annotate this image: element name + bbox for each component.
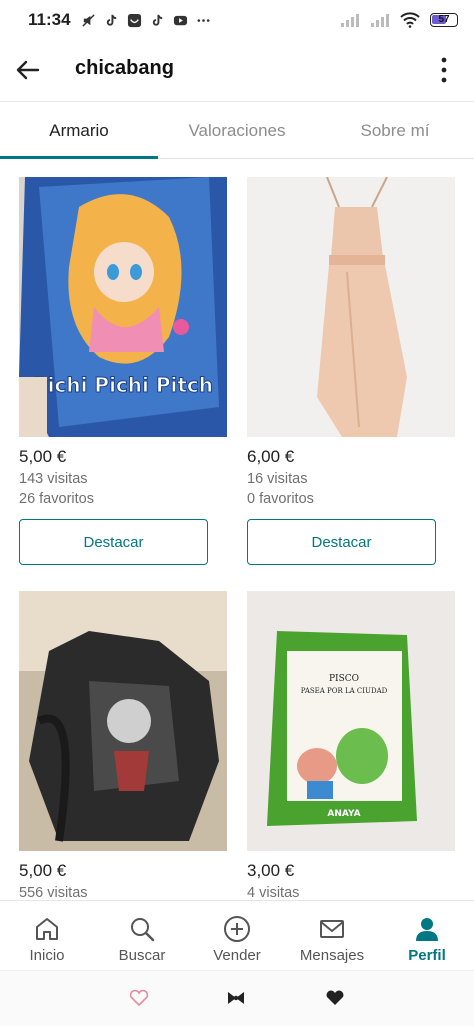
book-cover-text: PISCO bbox=[329, 674, 359, 684]
bow-icon bbox=[228, 992, 244, 1004]
signal-icon bbox=[341, 14, 359, 27]
more-options-icon[interactable] bbox=[432, 54, 456, 86]
item-views: 4 visitas bbox=[247, 885, 300, 900]
manga-cover-text: Pichi Pichi Pitch bbox=[33, 373, 213, 397]
secondary-strip bbox=[0, 970, 474, 1026]
destacar-button[interactable]: Destacar bbox=[19, 519, 208, 565]
item-views: 143 visitas bbox=[19, 471, 88, 487]
nav-perfil[interactable]: Perfil bbox=[380, 901, 474, 971]
nav-vender[interactable]: Vender bbox=[190, 901, 284, 971]
tab-armario[interactable]: Armario bbox=[0, 103, 158, 159]
tab-valoraciones[interactable]: Valoraciones bbox=[158, 103, 316, 159]
item-photo-book[interactable]: PISCO PASEA POR LA CIUDAD ANAYA bbox=[247, 591, 455, 851]
mail-icon bbox=[320, 920, 344, 938]
nav-label: Mensajes bbox=[299, 947, 365, 964]
plus-circle-icon bbox=[224, 916, 250, 942]
status-time: 11:34 bbox=[28, 10, 71, 29]
nav-label: Vender bbox=[213, 947, 261, 964]
page-title: chicabang bbox=[75, 57, 174, 79]
tab-sobre-mi[interactable]: Sobre mí bbox=[316, 103, 474, 159]
tiktok-icon bbox=[152, 14, 162, 26]
nav-label: Inicio bbox=[29, 947, 65, 964]
nav-inicio[interactable]: Inicio bbox=[0, 901, 94, 971]
item-price: 6,00 € bbox=[247, 447, 295, 466]
active-tab-indicator bbox=[0, 156, 158, 159]
wardrobe-grid: Pichi Pichi Pitch 5,00 € 143 visitas 26 … bbox=[0, 160, 474, 900]
item-photo-dress[interactable] bbox=[247, 177, 455, 437]
youtube-icon bbox=[173, 15, 187, 25]
home-icon bbox=[36, 918, 58, 940]
item-views: 16 visitas bbox=[247, 471, 308, 487]
item-favorites: 0 favoritos bbox=[247, 491, 314, 507]
status-bar: 11:34 57 bbox=[0, 0, 474, 40]
item-card[interactable]: 5,00 € 556 visitas bbox=[19, 591, 227, 900]
heart-icon bbox=[326, 990, 344, 1005]
system-icons: 57 bbox=[340, 12, 458, 28]
item-card[interactable]: 6,00 € 16 visitas 0 favoritos Destacar bbox=[247, 177, 455, 565]
nav-label: Buscar bbox=[118, 947, 166, 964]
svg-text:PASEA POR LA CIUDAD: PASEA POR LA CIUDAD bbox=[301, 687, 388, 695]
item-price: 3,00 € bbox=[247, 861, 295, 880]
item-favorites: 26 favoritos bbox=[19, 491, 94, 507]
bottom-navigation: Inicio Buscar Vender Mensajes Perfil bbox=[0, 900, 474, 970]
item-card[interactable]: Pichi Pichi Pitch 5,00 € 143 visitas 26 … bbox=[19, 177, 227, 565]
destacar-button[interactable]: Destacar bbox=[247, 519, 436, 565]
svg-text:ANAYA: ANAYA bbox=[327, 809, 360, 819]
item-views: 556 visitas bbox=[19, 885, 88, 900]
item-price: 5,00 € bbox=[19, 861, 67, 880]
person-icon bbox=[416, 918, 438, 941]
app-bar: chicabang bbox=[0, 40, 474, 102]
profile-tabs: Armario Valoraciones Sobre mí bbox=[0, 103, 474, 159]
battery-icon: 57 bbox=[430, 13, 458, 27]
more-notifications-icon bbox=[197, 18, 210, 22]
item-price: 5,00 € bbox=[19, 447, 67, 466]
nav-label: Perfil bbox=[408, 947, 446, 964]
signal-2-icon bbox=[371, 14, 389, 27]
wifi-icon bbox=[400, 12, 420, 28]
heart-outline-icon bbox=[129, 989, 149, 1007]
item-photo-manga[interactable]: Pichi Pichi Pitch bbox=[19, 177, 227, 437]
app-icon bbox=[127, 13, 141, 27]
nav-mensajes[interactable]: Mensajes bbox=[285, 901, 379, 971]
back-arrow-icon[interactable] bbox=[14, 56, 42, 84]
nav-buscar[interactable]: Buscar bbox=[95, 901, 189, 971]
item-photo-top[interactable] bbox=[19, 591, 227, 851]
mute-icon bbox=[81, 13, 95, 27]
search-icon bbox=[131, 918, 155, 942]
tiktok-icon bbox=[106, 14, 116, 26]
item-card[interactable]: PISCO PASEA POR LA CIUDAD ANAYA 3,00 € 4… bbox=[247, 591, 455, 900]
battery-level: 57 bbox=[438, 14, 450, 25]
notification-icons bbox=[81, 13, 211, 28]
